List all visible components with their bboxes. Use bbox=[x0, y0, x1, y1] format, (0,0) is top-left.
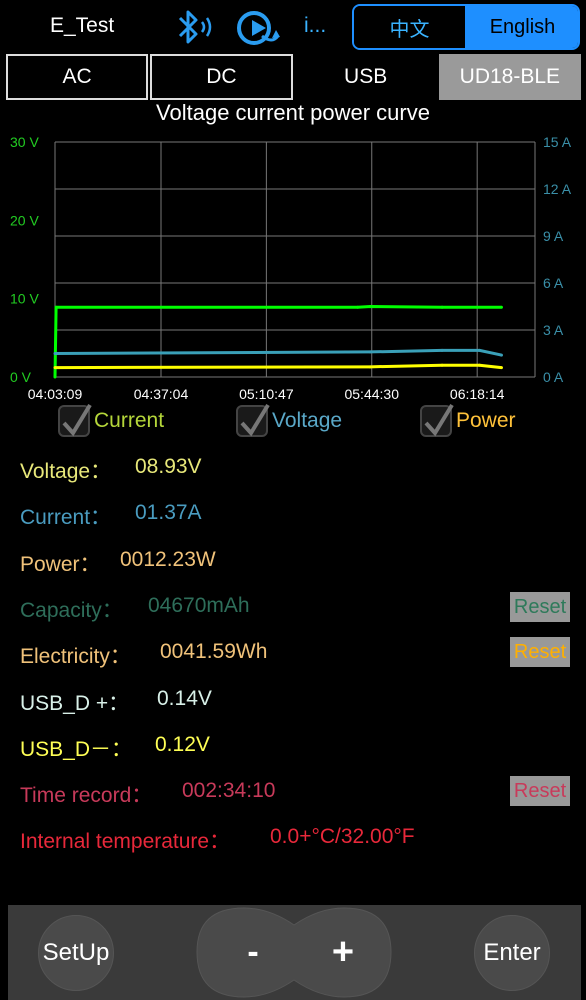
series-point-voltage bbox=[368, 305, 372, 308]
info-label[interactable]: i... bbox=[304, 14, 326, 38]
voltage-checkbox-label: Voltage bbox=[272, 409, 343, 432]
app-title: E_Test bbox=[50, 14, 115, 37]
usb-dp-value: 0.14V bbox=[157, 687, 212, 710]
usb-dm-reading: USB_D－： 0.12V bbox=[20, 733, 210, 763]
temperature-reading: Internal temperature： 0.0+°C/32.00°F bbox=[20, 825, 415, 855]
series-line-power bbox=[54, 363, 502, 370]
x-tick-label: 04:37:04 bbox=[134, 386, 189, 402]
y-left-tick-label: 0 V bbox=[10, 369, 32, 385]
checkmark-icon bbox=[236, 403, 270, 437]
tab-ud18-ble[interactable]: UD18-BLE bbox=[438, 54, 581, 100]
series-point-power bbox=[478, 363, 482, 367]
time-record-label: Time record： bbox=[20, 784, 153, 807]
y-left-tick-label: 10 V bbox=[10, 291, 39, 307]
x-tick-label: 05:10:47 bbox=[239, 386, 294, 402]
usb-dm-value: 0.12V bbox=[155, 733, 210, 756]
voltage-label: Voltage： bbox=[20, 460, 112, 483]
series-point-current bbox=[478, 348, 482, 352]
series-point-power bbox=[440, 363, 444, 367]
capacity-reset-button[interactable]: Reset bbox=[510, 592, 570, 622]
capacity-label: Capacity： bbox=[20, 599, 123, 622]
temperature-label: Internal temperature： bbox=[20, 830, 231, 853]
tab-dc[interactable]: DC bbox=[150, 54, 293, 100]
current-reading: Current： 01.37A bbox=[20, 501, 202, 531]
language-english-button[interactable]: English bbox=[467, 6, 578, 48]
electricity-value: 0041.59Wh bbox=[160, 640, 268, 663]
x-tick-label: 06:18:14 bbox=[450, 386, 505, 402]
power-label: Power： bbox=[20, 553, 101, 576]
voltage-checkbox[interactable]: Voltage bbox=[236, 403, 343, 437]
x-tick-label: 04:03:09 bbox=[28, 386, 83, 402]
control-bar: SetUp - + Enter bbox=[8, 905, 581, 1000]
power-reading: Power： 0012.23W bbox=[20, 548, 216, 578]
series-point-voltage bbox=[356, 305, 360, 309]
enter-button[interactable]: Enter bbox=[474, 915, 550, 991]
y-right-tick-label: 6 A bbox=[543, 275, 564, 291]
minus-button[interactable]: - bbox=[218, 917, 288, 987]
plus-button[interactable]: + bbox=[308, 917, 378, 987]
setup-button[interactable]: SetUp bbox=[38, 915, 114, 991]
current-checkbox-label: Current bbox=[94, 409, 165, 432]
voltage-current-power-chart: 0 V 10 V 20 V 30 V 0 A 3 A 6 A 9 A 12 A 15 A 04:03… bbox=[10, 134, 572, 402]
x-tick-label: 05:44:30 bbox=[344, 386, 399, 402]
temperature-value: 0.0+°C/32.00°F bbox=[270, 825, 415, 848]
time-record-reading: Time record： 002:34:10 bbox=[20, 779, 275, 809]
y-right-tick-label: 12 A bbox=[543, 181, 572, 197]
current-label: Current： bbox=[20, 506, 112, 529]
y-right-tick-label: 9 A bbox=[543, 228, 564, 244]
y-left-tick-label: 20 V bbox=[10, 212, 39, 228]
capacity-reading: Capacity： 04670mAh bbox=[20, 594, 250, 624]
electricity-reset-button[interactable]: Reset bbox=[510, 637, 570, 667]
series-point-power bbox=[368, 365, 372, 369]
power-checkbox[interactable]: Power bbox=[420, 403, 516, 437]
bluetooth-icon[interactable] bbox=[170, 6, 220, 50]
power-checkbox-label: Power bbox=[456, 409, 516, 432]
checkmark-icon bbox=[420, 403, 454, 437]
series-point-current bbox=[53, 352, 57, 355]
y-right-tick-label: 15 A bbox=[543, 134, 572, 150]
series-point-current bbox=[440, 348, 444, 352]
series-point-voltage bbox=[499, 305, 503, 309]
usb-dm-label: USB_D－： bbox=[20, 738, 133, 761]
chart-title: Voltage current power curve bbox=[156, 100, 430, 125]
usb-dp-label: USB_D +： bbox=[20, 692, 130, 715]
language-toggle: 中文 English bbox=[352, 4, 580, 50]
electricity-reading: Electricity： 0041.59Wh bbox=[20, 640, 267, 670]
checkmark-icon bbox=[58, 403, 92, 437]
series-point-current bbox=[499, 353, 503, 357]
time-record-reset-button[interactable]: Reset bbox=[510, 776, 570, 806]
series-point-power bbox=[499, 366, 503, 370]
capacity-value: 04670mAh bbox=[148, 594, 250, 617]
current-value: 01.37A bbox=[135, 501, 202, 524]
electricity-label: Electricity： bbox=[20, 645, 131, 668]
tab-usb[interactable]: USB bbox=[294, 54, 437, 100]
y-right-tick-label: 0 A bbox=[543, 369, 564, 385]
series-line-current bbox=[54, 348, 502, 357]
language-chinese-button[interactable]: 中文 bbox=[354, 6, 467, 48]
y-left-tick-label: 30 V bbox=[10, 134, 39, 150]
y-right-tick-label: 3 A bbox=[543, 322, 564, 338]
series-point-voltage bbox=[440, 305, 444, 309]
time-record-value: 002:34:10 bbox=[182, 779, 276, 802]
device-tabs: AC DC USB UD18-BLE bbox=[6, 54, 581, 100]
series-point-power bbox=[53, 366, 57, 370]
current-checkbox[interactable]: Current bbox=[58, 403, 165, 437]
voltage-reading: Voltage： 08.93V bbox=[20, 455, 202, 485]
usb-dp-reading: USB_D +： 0.14V bbox=[20, 687, 212, 717]
tab-ac[interactable]: AC bbox=[6, 54, 149, 100]
power-value: 0012.23W bbox=[120, 548, 216, 571]
series-point-voltage bbox=[53, 375, 57, 379]
series-point-current bbox=[368, 350, 372, 354]
voltage-value: 08.93V bbox=[135, 455, 202, 478]
series-point-voltage bbox=[54, 305, 58, 309]
refresh-icon[interactable] bbox=[232, 6, 282, 50]
